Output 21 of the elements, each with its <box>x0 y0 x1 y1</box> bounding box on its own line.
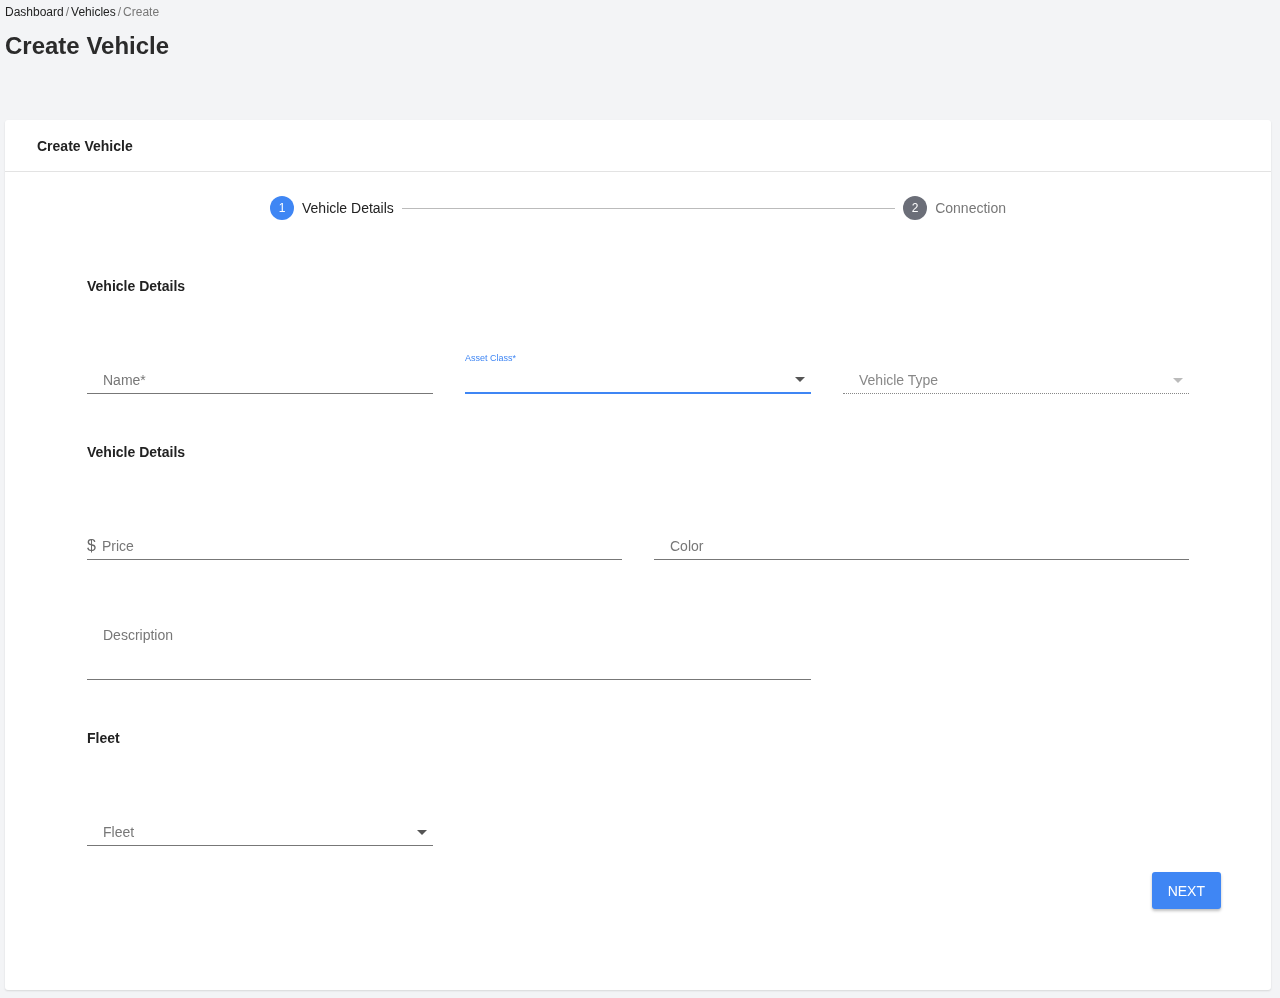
breadcrumb-link[interactable]: Dashboard <box>5 4 64 19</box>
input-field[interactable]: Color <box>654 512 1189 560</box>
caret-icon <box>795 376 805 382</box>
breadcrumb-separator: / <box>117 4 122 19</box>
next-button[interactable]: NEXT <box>1151 872 1221 909</box>
section-title: Vehicle Details <box>87 278 187 294</box>
text-area-field[interactable]: Description <box>87 584 811 680</box>
section-title: Fleet <box>87 730 121 746</box>
breadcrumb-separator: / <box>65 4 70 19</box>
input-field[interactable]: Name* <box>87 346 433 394</box>
caret-icon <box>1173 377 1183 383</box>
caret-icon <box>417 829 427 835</box>
page-title: Create Vehicle <box>5 32 171 60</box>
step-tab[interactable]: 1 Vehicle Details <box>270 196 394 220</box>
step-tab[interactable]: 2 Connection <box>903 196 1006 220</box>
input-field[interactable]: $ Price <box>87 512 622 560</box>
card-title: Create Vehicle <box>37 137 133 154</box>
dropdown-field[interactable]: Asset Class* <box>465 346 811 394</box>
section-title: Vehicle Details <box>87 444 187 460</box>
breadcrumb-link[interactable]: Vehicles <box>71 4 116 19</box>
dropdown-field[interactable]: Fleet <box>87 798 433 846</box>
